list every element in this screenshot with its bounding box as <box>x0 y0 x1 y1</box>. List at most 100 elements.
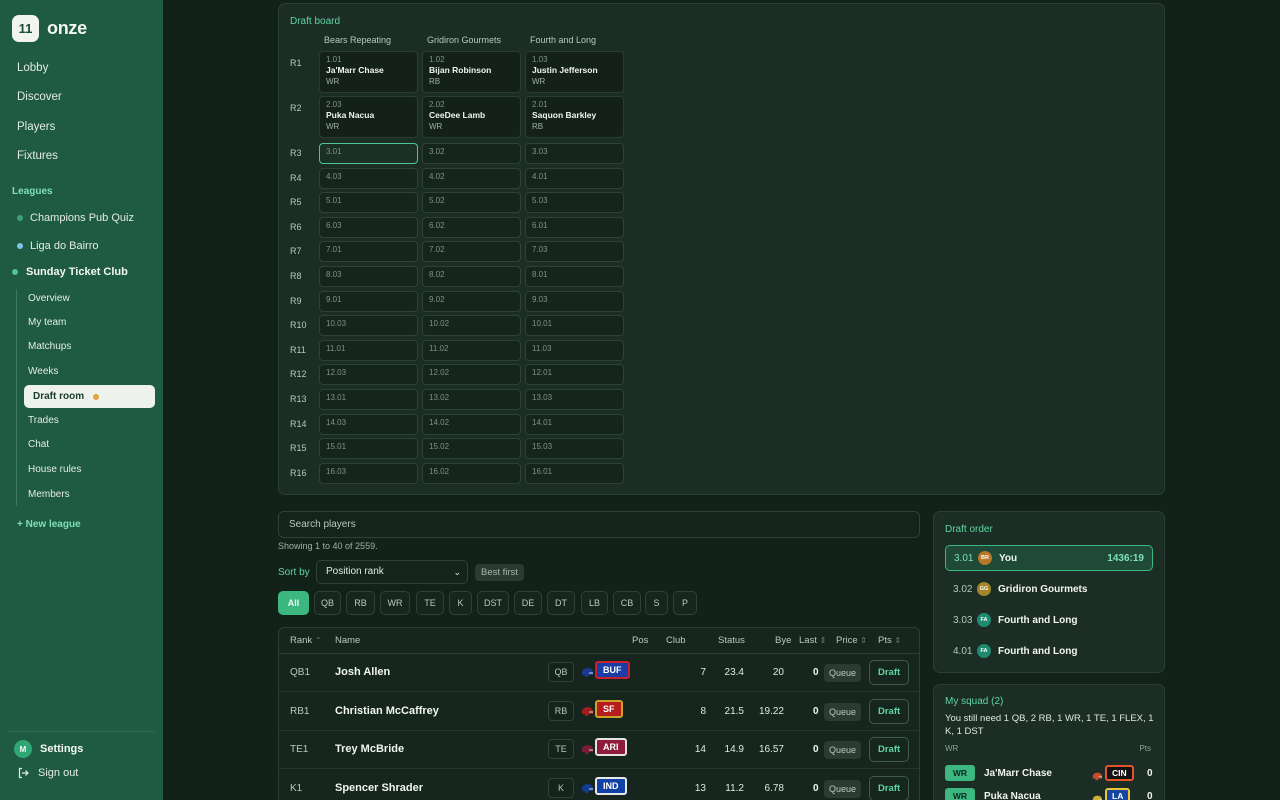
draft-pick-empty[interactable]: 16.01 <box>525 462 624 484</box>
filter-pos-rb[interactable]: RB <box>346 591 375 615</box>
draft-pick-empty[interactable]: 5.03 <box>525 192 624 214</box>
draft-pick-empty[interactable]: 14.01 <box>525 413 624 435</box>
subnav-weeks[interactable]: Weeks <box>28 366 58 377</box>
draft-pick-empty[interactable]: 4.03 <box>319 167 418 189</box>
draft-pick-empty[interactable]: 15.03 <box>525 438 624 460</box>
subnav-trades[interactable]: Trades <box>28 415 59 426</box>
table-row[interactable]: K1 Spencer Shrader K IND 13 11.2 6.78 0 Queue Dra… <box>279 770 919 800</box>
league-item-sunday-ticket-club[interactable]: Sunday Ticket Club <box>12 266 128 278</box>
draft-pick-empty[interactable]: 4.02 <box>422 167 521 189</box>
col-club[interactable]: Club <box>666 635 686 646</box>
draft-pick-empty[interactable]: 13.03 <box>525 389 624 410</box>
draft-pick-empty[interactable]: 10.02 <box>422 315 521 337</box>
filter-pos-cb[interactable]: CB <box>613 591 641 615</box>
sort-select[interactable]: Position rank ⌄ <box>316 560 468 584</box>
table-row[interactable]: RB1 Christian McCaffrey RB SF 8 21.5 19.22 0 Que… <box>279 693 919 731</box>
draft-pick-empty[interactable]: 13.02 <box>422 389 521 410</box>
draft-button[interactable]: Draft <box>869 698 910 724</box>
subnav-chat[interactable]: Chat <box>28 439 49 450</box>
draft-pick-empty[interactable]: 16.02 <box>422 462 521 484</box>
nav-players[interactable]: Players <box>17 121 55 133</box>
new-league-link[interactable]: + New league <box>17 519 81 530</box>
col-status[interactable]: Status <box>718 635 745 646</box>
draft-pick-empty[interactable]: 6.03 <box>319 216 418 238</box>
draft-pick-empty[interactable]: 6.02 <box>422 216 521 238</box>
filter-pos-qb[interactable]: QB <box>314 591 341 615</box>
col-pos[interactable]: Pos <box>632 635 648 646</box>
player-name[interactable]: Christian McCaffrey <box>335 705 439 717</box>
draft-pick-empty[interactable]: 11.01 <box>319 339 418 361</box>
queue-button[interactable]: Queue <box>824 702 862 721</box>
table-row[interactable]: QB1 Josh Allen QB BUF 7 23.4 20 0 Queue Draft <box>279 654 919 692</box>
subnav-members[interactable]: Members <box>28 489 70 500</box>
squad-player-row[interactable]: WR Puka Nacua LA 0 <box>945 788 1155 800</box>
draft-pick-empty[interactable]: 5.01 <box>319 192 418 214</box>
draft-pick-empty[interactable]: 12.03 <box>319 364 418 386</box>
subnav-house-rules[interactable]: House rules <box>28 464 81 475</box>
queue-button[interactable]: Queue <box>824 664 862 682</box>
draft-pick-empty[interactable]: 8.01 <box>525 266 624 287</box>
settings-link[interactable]: M Settings <box>14 740 83 758</box>
nav-fixtures[interactable]: Fixtures <box>17 150 58 162</box>
col-rank[interactable]: Rank ⌃ <box>290 635 322 646</box>
draft-pick-empty[interactable]: 7.01 <box>319 241 418 263</box>
col-bye[interactable]: Bye <box>775 635 791 646</box>
table-row[interactable]: TE1 Trey McBride TE ARI 14 14.9 16.57 0 Queue Dra… <box>279 731 919 769</box>
draft-pick-filled[interactable]: 1.02 Bijan Robinson RB <box>422 51 521 93</box>
draft-pick-empty[interactable]: 6.01 <box>525 216 624 238</box>
draft-button[interactable]: Draft <box>869 737 910 762</box>
player-name[interactable]: Spencer Shrader <box>335 782 423 794</box>
draft-pick-empty[interactable]: 9.01 <box>319 290 418 312</box>
draft-pick-empty[interactable]: 14.03 <box>319 413 418 435</box>
draft-pick-empty[interactable]: 10.03 <box>319 315 418 337</box>
sign-out-link[interactable]: Sign out <box>17 767 78 779</box>
search-input[interactable]: Search players <box>278 511 920 538</box>
draft-pick-filled[interactable]: 1.03 Justin Jefferson WR <box>525 51 624 93</box>
draft-pick-empty[interactable]: 10.01 <box>525 315 624 337</box>
draft-pick-filled[interactable]: 2.02 CeeDee Lamb WR <box>422 96 521 138</box>
logo[interactable]: 11 onze <box>12 15 87 42</box>
col-name[interactable]: Name <box>335 635 360 646</box>
filter-pos-all[interactable]: All <box>278 591 309 615</box>
filter-pos-p[interactable]: P <box>673 591 697 615</box>
player-name[interactable]: Josh Allen <box>335 666 390 678</box>
draft-pick-empty[interactable]: 8.02 <box>422 266 521 287</box>
draft-button[interactable]: Draft <box>869 775 910 800</box>
draft-pick-empty[interactable]: 12.01 <box>525 364 624 386</box>
player-name[interactable]: Trey McBride <box>335 743 404 755</box>
filter-pos-k[interactable]: K <box>449 591 472 615</box>
draft-pick-empty[interactable]: 3.02 <box>422 143 521 164</box>
draft-pick-empty[interactable]: 9.02 <box>422 290 521 312</box>
nav-discover[interactable]: Discover <box>17 91 62 103</box>
draft-pick-empty[interactable]: 3.03 <box>525 143 624 164</box>
col-price[interactable]: Price ⇕ <box>836 635 867 646</box>
subnav-overview[interactable]: Overview <box>28 293 70 304</box>
filter-pos-dt[interactable]: DT <box>547 591 575 615</box>
col-last[interactable]: Last ⇕ <box>799 635 826 646</box>
draft-pick-empty[interactable]: 7.03 <box>525 241 624 263</box>
filter-pos-s[interactable]: S <box>645 591 668 615</box>
draft-pick-empty[interactable]: 16.03 <box>319 462 418 484</box>
nav-lobby[interactable]: Lobby <box>17 62 48 74</box>
filter-pos-dst[interactable]: DST <box>477 591 509 615</box>
draft-pick-empty[interactable]: 9.03 <box>525 290 624 312</box>
queue-button[interactable]: Queue <box>824 741 862 759</box>
subnav-matchups[interactable]: Matchups <box>28 341 71 352</box>
subnav-my-team[interactable]: My team <box>28 317 66 328</box>
draft-pick-empty[interactable]: 15.01 <box>319 438 418 460</box>
league-item-liga-do-bairro[interactable]: Liga do Bairro <box>17 240 99 252</box>
draft-pick-empty[interactable]: 13.01 <box>319 389 418 410</box>
subnav-draft-room[interactable]: Draft room <box>24 385 155 408</box>
draft-pick-empty[interactable]: 5.02 <box>422 192 521 214</box>
league-item-champions-pub-quiz[interactable]: Champions Pub Quiz <box>17 212 134 224</box>
draft-button[interactable]: Draft <box>869 660 910 685</box>
filter-pos-te[interactable]: TE <box>416 591 444 615</box>
best-first-toggle[interactable]: Best first <box>475 564 524 581</box>
draft-pick-filled[interactable]: 2.03 Puka Nacua WR <box>319 96 418 138</box>
draft-pick-empty[interactable]: 8.03 <box>319 266 418 287</box>
col-pts[interactable]: Pts ⇕ <box>878 635 901 646</box>
draft-pick-empty[interactable]: 11.02 <box>422 339 521 361</box>
draft-pick-empty[interactable]: 14.02 <box>422 413 521 435</box>
queue-button[interactable]: Queue <box>824 779 862 798</box>
draft-pick-filled[interactable]: 2.01 Saquon Barkley RB <box>525 96 624 138</box>
